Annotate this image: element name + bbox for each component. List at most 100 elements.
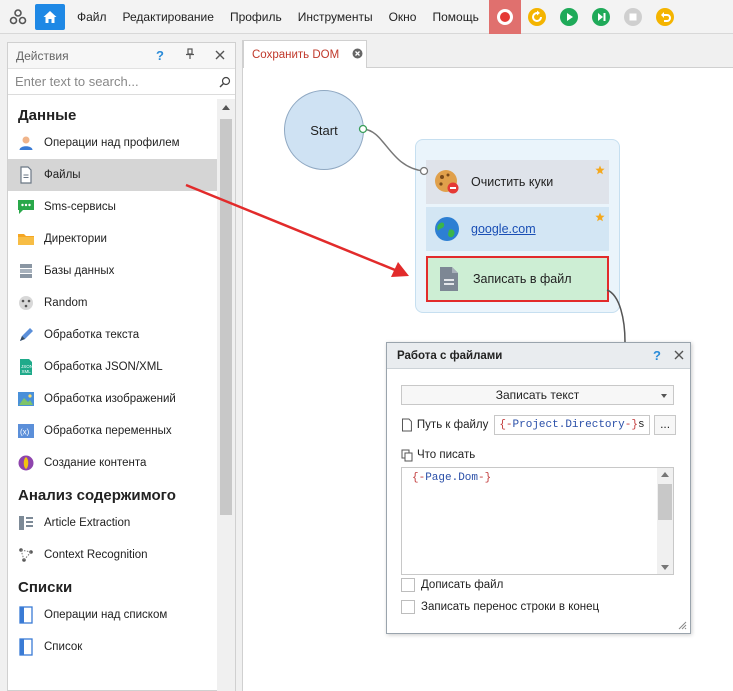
database-icon <box>16 261 36 281</box>
app-logo-icon[interactable] <box>5 4 31 30</box>
newline-row: Записать перенос строки в конец <box>401 599 599 615</box>
image-icon <box>16 389 36 409</box>
list-item-sms[interactable]: Sms-сервисы <box>8 191 218 223</box>
list-item-label: Операции над списком <box>44 609 168 621</box>
user-icon <box>16 133 36 153</box>
tab-save-dom[interactable]: Сохранить DOM <box>243 40 367 68</box>
search-input[interactable] <box>8 74 215 89</box>
menu-window[interactable]: Окно <box>381 0 425 34</box>
undo-button[interactable] <box>649 0 681 34</box>
close-panel-button[interactable] <box>205 48 235 63</box>
node-label: Очистить куки <box>471 175 554 189</box>
append-checkbox[interactable] <box>401 578 415 592</box>
node-write-file[interactable]: Записать в файл <box>426 256 609 302</box>
list-item-label: Список <box>44 641 83 653</box>
step-button[interactable] <box>585 0 617 34</box>
list-item-databases[interactable]: Базы данных <box>8 255 218 287</box>
text-input[interactable]: {-Page.Dom-} <box>401 467 674 575</box>
star-icon[interactable] <box>595 211 605 225</box>
search-icon[interactable] <box>215 76 235 88</box>
actions-scrollbar[interactable] <box>217 99 235 691</box>
stop-button[interactable] <box>617 0 649 34</box>
newline-checkbox[interactable] <box>401 600 415 614</box>
start-node[interactable]: Start <box>284 90 364 170</box>
list-item-json-xml[interactable]: JSON XML Обработка JSON/XML <box>8 351 218 383</box>
section-title-lists: Списки <box>18 579 73 596</box>
text-content: {-Page.Dom-} <box>402 468 673 484</box>
file-write-icon <box>434 264 464 294</box>
menu-edit[interactable]: Редактирование <box>115 0 222 34</box>
mode-select-value: Записать текст <box>495 388 580 402</box>
undo-icon <box>655 7 674 26</box>
list-item-image-processing[interactable]: Обработка изображений <box>8 383 218 415</box>
help-button[interactable]: ? <box>145 48 175 63</box>
what-label: Что писать <box>417 449 476 461</box>
record-icon <box>496 8 513 25</box>
pin-button[interactable] <box>175 48 205 63</box>
node-google[interactable]: google.com <box>426 207 609 251</box>
list-item-label: Создание контента <box>44 457 147 469</box>
menu-file[interactable]: Файл <box>69 0 115 34</box>
dialog-close-button[interactable] <box>668 348 690 363</box>
menu-tools[interactable]: Инструменты <box>290 0 381 34</box>
file-operations-dialog: Работа с файлами ? Записать текст Путь к… <box>386 342 691 634</box>
list-item-article-extraction[interactable]: Article Extraction <box>8 507 218 539</box>
browse-button[interactable]: ... <box>654 415 676 435</box>
mode-select[interactable]: Записать текст <box>401 385 674 405</box>
text-brace-close: -} <box>478 472 492 484</box>
cookie-icon <box>432 167 462 197</box>
list-item-content-creation[interactable]: Создание контента <box>8 447 218 479</box>
search-box <box>8 69 235 95</box>
list-item-files[interactable]: Файлы <box>8 159 218 191</box>
resize-grip-icon[interactable] <box>677 620 687 630</box>
list-item-label: Sms-сервисы <box>44 201 116 213</box>
variable-icon: (x) <box>16 421 36 441</box>
menu-help[interactable]: Помощь <box>424 0 486 34</box>
chevron-down-icon <box>661 394 667 398</box>
scroll-up-arrow-icon[interactable] <box>661 472 669 477</box>
text-scroll-thumb[interactable] <box>658 484 672 520</box>
list-item-label: Операции над профилем <box>44 137 180 149</box>
top-toolbar: Файл Редактирование Профиль Инструменты … <box>0 0 733 34</box>
list-item-context-recognition[interactable]: Context Recognition <box>8 539 218 571</box>
context-icon <box>16 545 36 565</box>
action-group[interactable]: Очистить куки google.com Записать в файл <box>415 139 620 313</box>
stop-icon <box>623 7 642 26</box>
scroll-thumb[interactable] <box>220 119 232 515</box>
dialog-title: Работа с файлами <box>397 349 503 362</box>
tab-close-icon[interactable] <box>348 48 366 62</box>
list-icon <box>16 637 36 657</box>
text-scrollbar[interactable] <box>657 468 673 574</box>
list-item-random[interactable]: Random <box>8 287 218 319</box>
menu-profile[interactable]: Профиль <box>222 0 290 34</box>
file-icon <box>401 418 412 432</box>
list-item-label: Базы данных <box>44 265 115 277</box>
svg-text:XML: XML <box>22 369 32 374</box>
play-button[interactable] <box>553 0 585 34</box>
node-label: google.com <box>471 222 536 236</box>
home-button[interactable] <box>35 3 65 30</box>
step-icon <box>591 7 610 26</box>
scroll-down-arrow-icon[interactable] <box>661 565 669 570</box>
list-item-list-ops[interactable]: Операции над списком <box>8 599 218 631</box>
list-item-profile-ops[interactable]: Операции над профилем <box>8 127 218 159</box>
restart-button[interactable] <box>521 0 553 34</box>
run-controls <box>488 0 681 34</box>
actions-panel-title: Действия <box>16 48 69 63</box>
list-item-text-processing[interactable]: Обработка текста <box>8 319 218 351</box>
path-input[interactable]: {-Project.Directory-}s <box>494 415 651 435</box>
path-brace-close: -} <box>624 419 638 431</box>
star-icon[interactable] <box>595 164 605 178</box>
node-clear-cookies[interactable]: Очистить куки <box>426 160 609 204</box>
content-icon <box>16 453 36 473</box>
text-brace-open: {- <box>412 472 426 484</box>
scroll-up-arrow-icon[interactable] <box>222 105 230 110</box>
record-button[interactable] <box>488 0 521 34</box>
list-item-directories[interactable]: Директории <box>8 223 218 255</box>
path-label: Путь к файлу <box>416 419 489 431</box>
list-item-list[interactable]: Список <box>8 631 218 663</box>
path-row: Путь к файлу {-Project.Directory-}s ... <box>401 415 676 435</box>
list-item-variable-processing[interactable]: (x) Обработка переменных <box>8 415 218 447</box>
dialog-help-button[interactable]: ? <box>646 348 668 363</box>
list-item-label: Random <box>44 297 88 309</box>
